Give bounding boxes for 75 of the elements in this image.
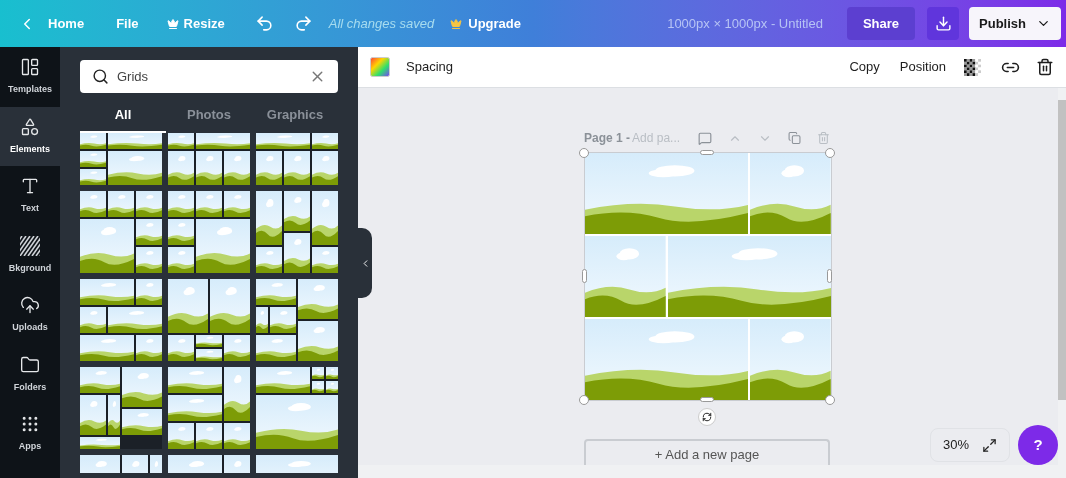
sidebar-item[interactable]: Bkground xyxy=(0,225,60,285)
shapes-icon xyxy=(20,116,40,137)
delete-icon[interactable] xyxy=(1036,58,1054,76)
sidebar-item[interactable]: Folders xyxy=(0,344,60,404)
resize-handle[interactable] xyxy=(827,269,832,283)
grid-layout-thumbnail[interactable] xyxy=(168,191,250,273)
resize-handle[interactable] xyxy=(582,269,587,283)
grid-layout-thumbnail[interactable] xyxy=(168,133,250,185)
grid-layout-thumbnail[interactable] xyxy=(256,191,338,273)
grid-layout-thumbnail[interactable] xyxy=(168,367,250,449)
resize-handle[interactable] xyxy=(579,395,589,405)
help-button[interactable]: ? xyxy=(1018,425,1058,465)
search-bar[interactable]: Grids xyxy=(80,60,338,93)
resize-handle[interactable] xyxy=(700,150,714,155)
landscape-image[interactable] xyxy=(750,153,831,234)
resize-handle[interactable] xyxy=(579,148,589,158)
rotate-handle[interactable] xyxy=(698,408,716,426)
copy-button[interactable]: Copy xyxy=(849,57,880,77)
rotate-icon xyxy=(702,412,712,422)
resize-handle[interactable] xyxy=(825,148,835,158)
position-button[interactable]: Position xyxy=(899,57,946,77)
zoom-control[interactable]: 30% xyxy=(930,428,1010,462)
undo-icon[interactable] xyxy=(254,14,274,33)
sidebar-item[interactable]: Elements xyxy=(0,106,60,166)
landscape-image[interactable] xyxy=(585,153,749,234)
grid-layout-thumbnail[interactable] xyxy=(80,191,162,273)
crown-icon xyxy=(166,17,179,30)
spacing-button[interactable]: Spacing xyxy=(406,57,453,77)
landscape-image[interactable] xyxy=(667,236,831,317)
landscape-image[interactable] xyxy=(585,236,666,317)
document-title: 1000px × 1000px - Untitled xyxy=(667,14,823,33)
page-label: Page 1 - xyxy=(584,130,631,147)
grid-layout-thumbnail[interactable] xyxy=(80,279,162,361)
grid-layout-thumbnail[interactable] xyxy=(80,133,162,185)
fullscreen-icon[interactable] xyxy=(982,437,997,453)
publish-button[interactable]: Publish xyxy=(969,7,1061,40)
panel-tab[interactable]: Graphics xyxy=(252,99,338,133)
resize-handle[interactable] xyxy=(825,395,835,405)
layout-icon xyxy=(20,57,40,77)
horizontal-scrollbar[interactable] xyxy=(358,465,1058,478)
sidebar-item[interactable]: Text xyxy=(0,166,60,226)
download-button[interactable] xyxy=(927,7,960,40)
download-icon xyxy=(934,15,952,32)
search-icon xyxy=(92,68,109,85)
landscape-image[interactable] xyxy=(750,319,831,400)
grid-layout-thumbnail[interactable] xyxy=(168,279,250,361)
folder-icon xyxy=(20,354,40,375)
resize-handle[interactable] xyxy=(700,397,714,402)
landscape-image[interactable] xyxy=(585,319,749,400)
collapse-handle[interactable] xyxy=(358,228,372,298)
transparency-icon[interactable] xyxy=(964,58,981,76)
search-input[interactable]: Grids xyxy=(117,66,301,87)
crown-icon xyxy=(450,17,463,30)
sidebar-item[interactable]: Apps xyxy=(0,404,60,464)
hatch-icon xyxy=(20,235,40,256)
vertical-scrollbar[interactable] xyxy=(1058,88,1066,478)
sidebar-item[interactable]: Uploads xyxy=(0,285,60,345)
comment-icon[interactable] xyxy=(698,130,712,146)
color-swatch-icon[interactable] xyxy=(370,57,390,77)
grid-layout-thumbnail[interactable] xyxy=(256,367,338,449)
grid-layout-thumbnail[interactable] xyxy=(80,367,162,449)
design-page[interactable] xyxy=(585,153,831,400)
panel-tab[interactable]: Photos xyxy=(166,99,252,133)
save-status: All changes saved xyxy=(328,14,435,33)
duplicate-icon[interactable] xyxy=(787,131,801,145)
text-icon xyxy=(20,176,40,196)
sidebar-item[interactable]: Templates xyxy=(0,47,60,107)
upgrade-button[interactable]: Upgrade xyxy=(450,13,521,34)
cloud-upload-icon xyxy=(20,295,40,315)
redo-icon[interactable] xyxy=(293,14,313,33)
grid-layout-thumbnail[interactable] xyxy=(256,133,338,185)
grid-layout-thumbnail[interactable] xyxy=(256,279,338,361)
scrollbar-thumb[interactable] xyxy=(1058,100,1066,400)
share-button[interactable]: Share xyxy=(846,7,916,40)
grid-dots-icon xyxy=(20,414,40,434)
